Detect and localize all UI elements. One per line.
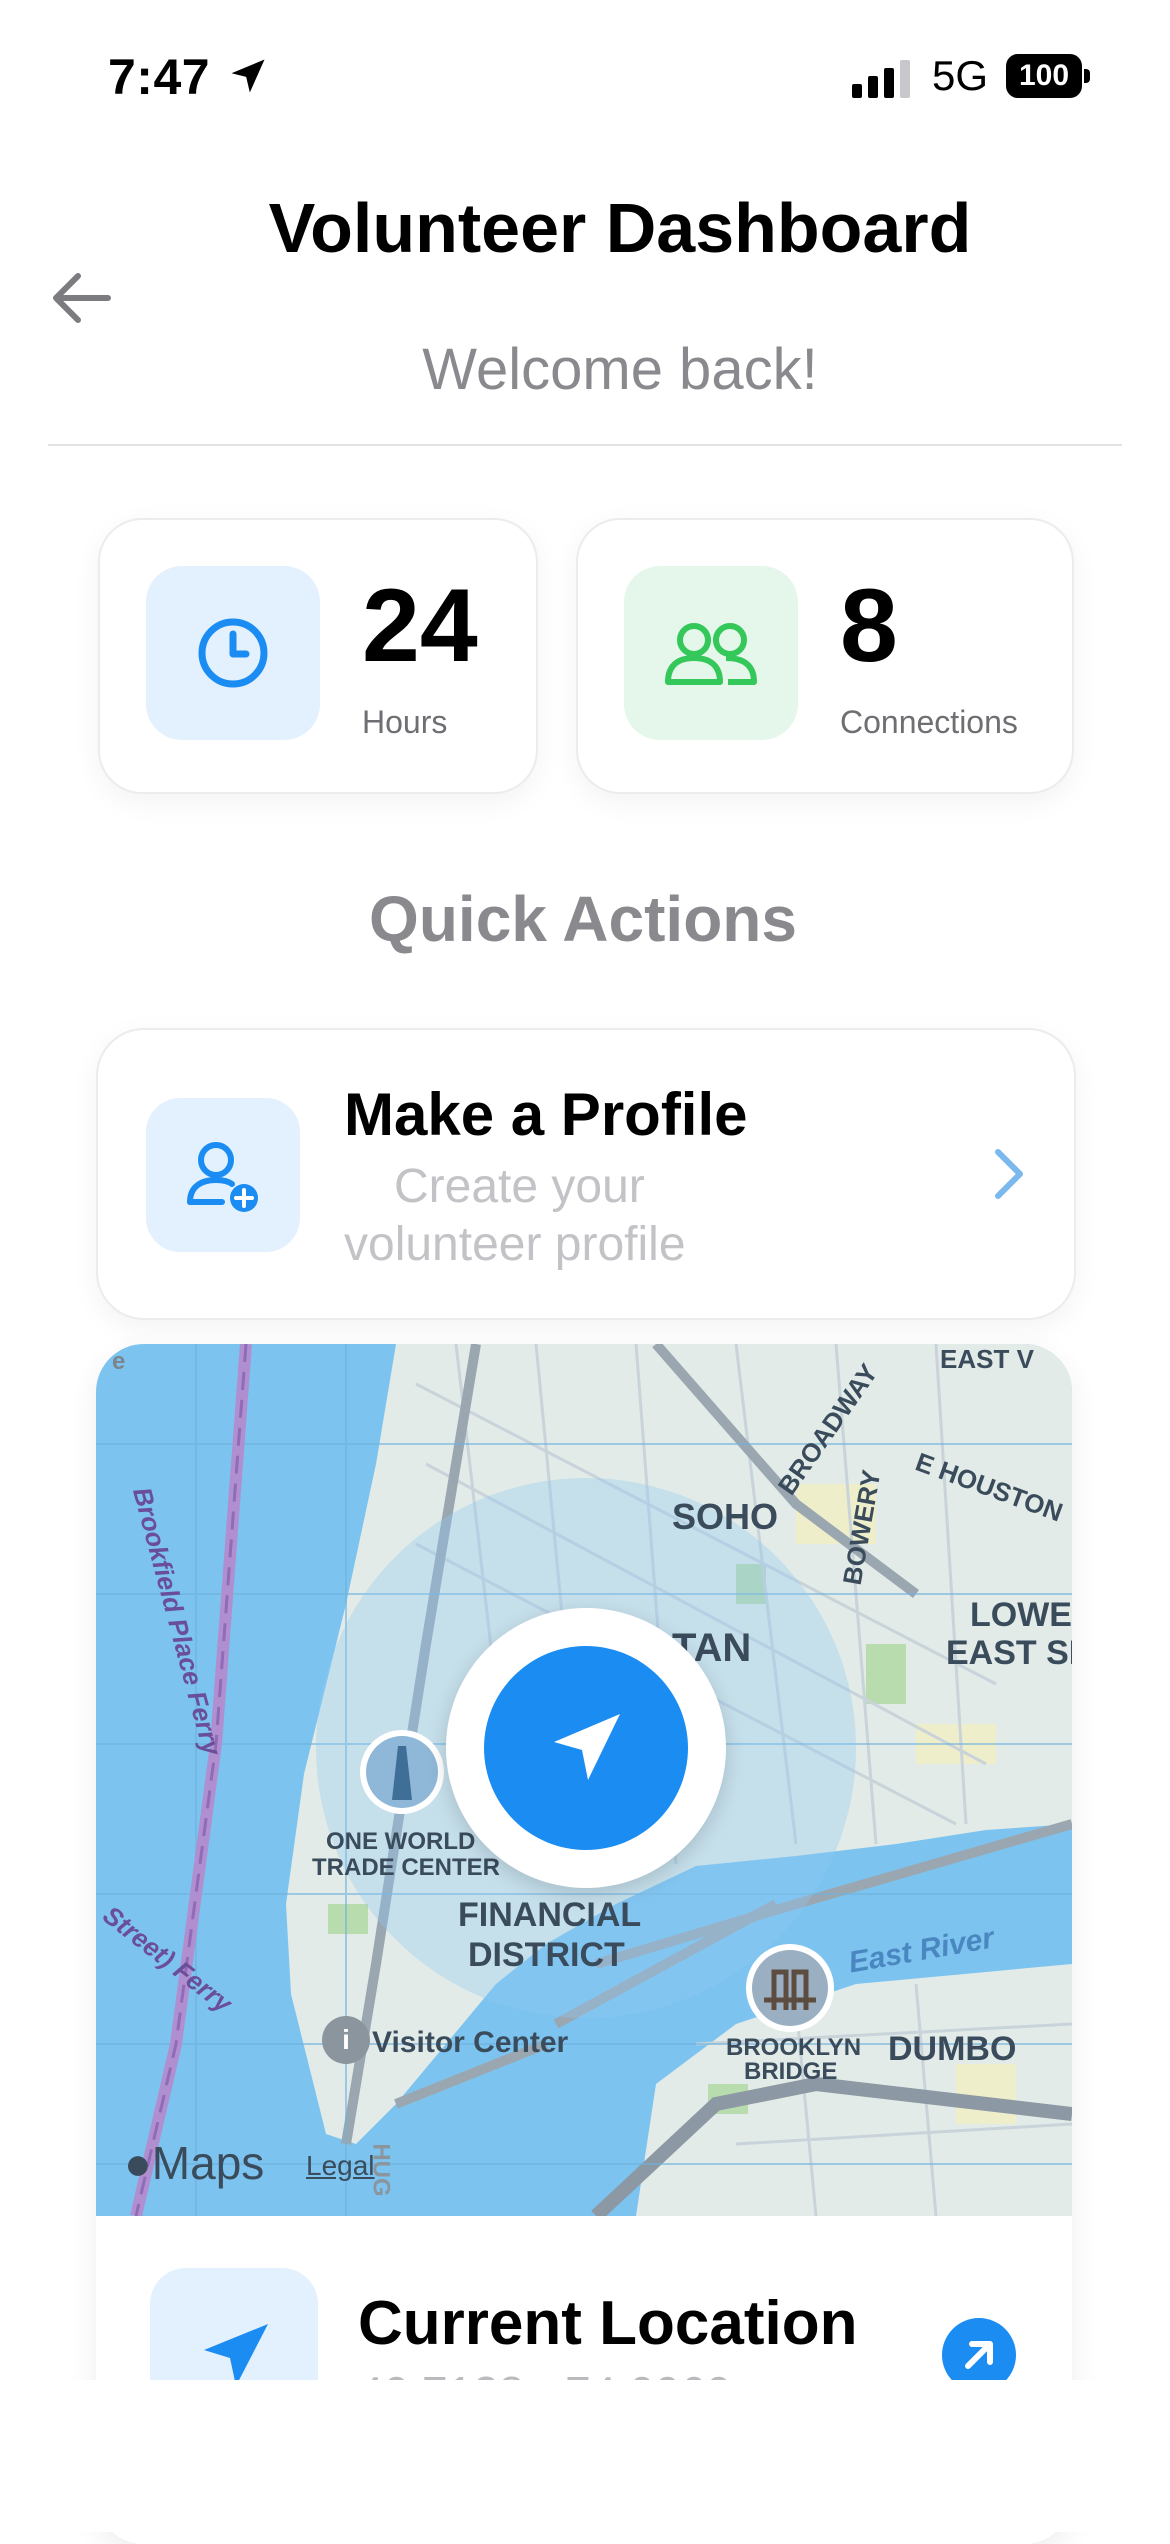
current-location-title: Current Location <box>358 2289 858 2358</box>
map-label-east-v: EAST V <box>940 1344 1034 1374</box>
location-arrow-icon <box>231 59 265 93</box>
map-label-lower-east-1: LOWER <box>970 1596 1072 1634</box>
brooklyn-bridge-marker[interactable] <box>746 1944 834 2032</box>
building-icon <box>366 1736 438 1808</box>
status-time: 7:47 <box>108 49 211 105</box>
map-label-brooklyn-2: BRIDGE <box>744 2058 838 2085</box>
people-icon-box <box>624 566 798 740</box>
map-card: SOHO TAN LOWER EAST SI ONE WORLD TRADE C… <box>96 1344 1072 2544</box>
clock-icon <box>198 618 268 688</box>
wtc-marker[interactable] <box>360 1730 444 1814</box>
bridge-icon <box>752 1950 828 2026</box>
page-title: Volunteer Dashboard <box>268 189 972 267</box>
maps-attribution: ●Maps <box>124 2137 265 2189</box>
make-profile-description: Create your volunteer profile <box>344 1160 686 1271</box>
battery-icon: 100 <box>1006 54 1090 98</box>
quick-actions-title: Quick Actions <box>369 883 797 955</box>
hours-value: 24 <box>362 568 478 684</box>
signal-icon <box>852 60 910 98</box>
map-view[interactable]: SOHO TAN LOWER EAST SI ONE WORLD TRADE C… <box>96 1344 1072 2222</box>
map-label-wtc-1: ONE WORLD <box>326 1828 476 1855</box>
network-type: 5G <box>932 52 989 99</box>
make-profile-card[interactable]: Make a Profile Create your volunteer pro… <box>96 1028 1076 1320</box>
add-user-icon-box <box>146 1098 300 1252</box>
connections-label: Connections <box>840 704 1018 740</box>
map-label-lower-east-2: EAST SI <box>946 1634 1072 1672</box>
navigation-arrow-icon <box>554 1714 620 1780</box>
connections-value: 8 <box>840 568 898 684</box>
make-profile-title: Make a Profile <box>344 1081 748 1148</box>
map-label-wtc-2: TRADE CENTER <box>312 1854 501 1881</box>
apple-logo-icon: ● <box>124 2137 152 2189</box>
people-icon <box>665 623 757 685</box>
hours-label: Hours <box>362 704 448 740</box>
welcome-subtitle: Welcome back! <box>422 337 818 402</box>
bottom-area <box>0 2380 1170 2532</box>
hours-stat-card: 24 Hours <box>98 518 538 794</box>
map-label-financial-1: FINANCIAL <box>458 1896 642 1934</box>
chevron-right-icon[interactable] <box>990 1144 1030 1204</box>
info-icon[interactable]: i <box>322 2016 370 2064</box>
center-location-button[interactable] <box>446 1608 726 1888</box>
map-label-soho: SOHO <box>672 1496 779 1537</box>
connections-stat-card: 8 Connections <box>576 518 1074 794</box>
map-label-edge-e: e <box>112 1348 126 1375</box>
back-arrow-icon[interactable] <box>48 264 116 332</box>
map-label-visitor-center: Visitor Center <box>372 2026 569 2059</box>
clock-icon-box <box>146 566 320 740</box>
header-divider <box>48 444 1122 446</box>
legal-link[interactable]: Legal <box>306 2150 375 2182</box>
map-label-financial-2: DISTRICT <box>468 1936 625 1974</box>
battery-level: 100 <box>1006 54 1082 98</box>
add-user-icon <box>187 1142 258 1212</box>
map-label-dumbo: DUMBO <box>888 2030 1017 2068</box>
